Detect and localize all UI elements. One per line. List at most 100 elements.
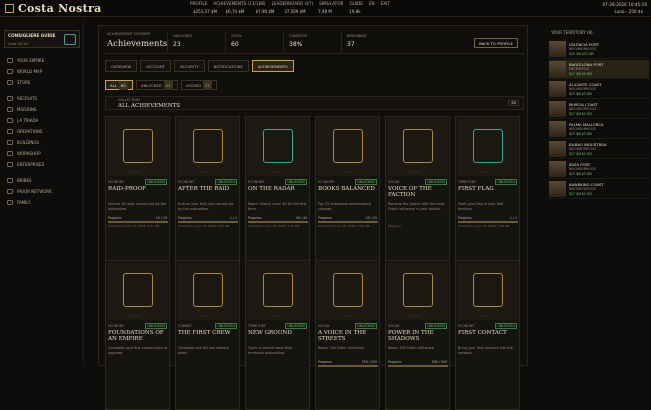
- topnav-profile[interactable]: PROFILE: [190, 1, 207, 6]
- territory-item[interactable]: BILBAO INDUSTRIAL NEIGHBORHOOD $27 $M $5 $…: [549, 140, 649, 159]
- sidebar-item-workshop[interactable]: WORKSHOP: [4, 148, 80, 159]
- achievement-card[interactable]: • • • • ECONOMY UNLOCKED RAID-PROOF Endure 1…: [105, 116, 170, 266]
- tab-account[interactable]: ACCOUNT: [140, 60, 171, 72]
- achievement-card[interactable]: • • • • SOCIAL UNLOCKED POWER IN THE SHADOW…: [385, 260, 450, 410]
- briefcase-icon: [7, 162, 13, 167]
- consigliere-guide[interactable]: CONSIGLIERE GUIDE Core 01/10: [4, 30, 80, 48]
- sidebar-item-buildings[interactable]: BUILDINGS: [4, 137, 80, 148]
- tab-notifications[interactable]: NOTIFICATIONS: [207, 60, 249, 72]
- achievement-card[interactable]: • • • • TERRITORY UNLOCKED NEW GROUND Claim …: [245, 260, 310, 410]
- sidebar-item-label: OPERATIONS: [17, 129, 43, 134]
- topnav-exit[interactable]: EXIT: [381, 1, 390, 6]
- filter-locked[interactable]: LOCKED 37: [180, 80, 217, 90]
- sidebar-item-recruits[interactable]: RECRUITS: [4, 93, 80, 104]
- sidebar-item-empire[interactable]: YOUR EMPIRE: [4, 55, 80, 66]
- stat-value: 60: [231, 41, 239, 48]
- territory-thumbnail: [549, 81, 566, 97]
- topnav-language[interactable]: EN: [369, 1, 375, 6]
- territory-type: NEIGHBORHOOD: [569, 47, 596, 51]
- sidebar-item-la-triada[interactable]: LA TRIADA: [4, 115, 80, 126]
- topnav-simulator[interactable]: SIMULATOR: [319, 1, 343, 6]
- stat-value: 37: [347, 41, 355, 48]
- sidebar-item-label: RECRUITS: [17, 96, 37, 101]
- rating-dots: • • • •: [411, 170, 421, 174]
- achievement-card[interactable]: • • • • ECONOMY UNLOCKED FOUNDATIONS OF AN …: [105, 260, 170, 410]
- sidebar-item-operations[interactable]: OPERATIONS: [4, 126, 80, 137]
- app-logo[interactable]: Costa Nostra: [5, 2, 102, 15]
- territory-item[interactable]: KAWRAINO COAST NEIGHBORHOOD $27 $M $5 $M: [549, 180, 649, 199]
- territory-income: $27 $M $5 $M: [569, 132, 592, 136]
- achievement-desc: Endure your first raid carried out by th…: [178, 202, 234, 211]
- guide-title: CONSIGLIERE GUIDE: [8, 33, 56, 38]
- people-icon: [7, 96, 13, 101]
- rating-dots: • • • •: [341, 170, 351, 174]
- stat-label: REMAINING: [347, 34, 367, 38]
- filter-all[interactable]: ALL 60: [105, 80, 133, 90]
- sidebar-item-world-map[interactable]: WORLD MAP: [4, 66, 80, 77]
- filter-label: UNLOCKED: [140, 83, 162, 88]
- territory-income: $27 $M $5 $M: [569, 192, 592, 196]
- progress-label: Progress: [318, 360, 332, 364]
- sidebar-item-store[interactable]: STORE: [4, 77, 80, 88]
- progress-bar: [458, 221, 518, 223]
- progress-bar: [318, 221, 378, 223]
- topnav-achievements[interactable]: ACHIEVEMENTS (13/168): [213, 1, 265, 6]
- unlocked-date: Skippers: [388, 224, 401, 228]
- achievement-card[interactable]: • • • • ECONOMY UNLOCKED BOOKS BALANCED Pay …: [315, 116, 380, 266]
- achievement-name: RAID-PROOF: [108, 186, 146, 192]
- achievement-name: FIRST CONTACT: [458, 330, 507, 336]
- territory-header: YOUR TERRITORY (8): [551, 30, 593, 35]
- unlocked-badge: UNLOCKED: [355, 323, 377, 329]
- territory-item[interactable]: IBIZA PORT NEIGHBORHOOD $27 $M $5 $M: [549, 160, 649, 179]
- achievement-emblem-icon: [123, 129, 153, 163]
- back-to-profile-button[interactable]: BACK TO PROFILE: [474, 38, 518, 48]
- sidebar-item-label: ENTERPRISES: [17, 162, 45, 167]
- tab-achievements[interactable]: ACHIEVEMENTS: [251, 60, 294, 72]
- unlocked-date: Unlocked on Jul 18, 2026, 4:01 PM: [178, 224, 230, 228]
- progress-label: Progress: [248, 216, 262, 220]
- achievement-card[interactable]: • • • • ECONOMY UNLOCKED AFTER THE RAID Endu…: [175, 116, 240, 266]
- rating-dots: • • • •: [271, 314, 281, 318]
- territory-item[interactable]: MURCIA COAST NEIGHBORHOOD $27 $M $5 $M: [549, 100, 649, 119]
- unlocked-badge: UNLOCKED: [145, 179, 167, 185]
- achievement-category: ECONOMY: [248, 180, 265, 184]
- user-info[interactable]: Luna · 250 $k: [614, 9, 643, 14]
- territory-type: NEIGHBORHOOD: [569, 87, 596, 91]
- sidebar-item-bribes[interactable]: BRIBES: [4, 175, 80, 186]
- achievement-card[interactable]: • • • • ECONOMY UNLOCKED FIRST CONTACT Bring…: [455, 260, 520, 410]
- territory-income: $31 5M $21 $M: [569, 52, 594, 56]
- sidebar-item-label: WORKSHOP: [17, 151, 41, 156]
- achievement-category: TERRITORY: [248, 324, 266, 328]
- territory-item[interactable]: BARCELONA PORT METROPOLE $27 $M $5 $M: [549, 60, 649, 79]
- achievement-card[interactable]: • • • • ECONOMY UNLOCKED ON THE RADAR Reach …: [245, 116, 310, 266]
- progress-label: Progress: [108, 216, 122, 220]
- territory-type: NEIGHBORHOOD: [569, 107, 596, 111]
- achievement-card[interactable]: • • • • TERRITORY UNLOCKED FIRST FLAG Plant …: [455, 116, 520, 266]
- achievement-card[interactable]: • • • • COMBAT UNLOCKED THE FIRST CREW Compl…: [175, 260, 240, 410]
- achievement-art: • • • •: [457, 118, 518, 176]
- achievement-card[interactable]: • • • • SOCIAL UNLOCKED A VOICE IN THE STRE…: [315, 260, 380, 410]
- main-panel: ACHIEVEMENT DOSSIER Achievements UNLOCKE…: [98, 25, 528, 410]
- sidebar-item-enterprises[interactable]: ENTERPRISES: [4, 159, 80, 170]
- territory-item[interactable]: ALICANTE COAST NEIGHBORHOOD $27 $M $5 $M: [549, 80, 649, 99]
- stat-cash: $251,37 $M: [193, 9, 217, 14]
- filter-count: 37: [203, 81, 212, 90]
- guide-chat-icon[interactable]: [64, 34, 76, 45]
- tab-security[interactable]: SECURITY: [174, 60, 205, 72]
- topnav-guide[interactable]: GUIDE: [349, 1, 362, 6]
- achievement-card[interactable]: • • • • SOCIAL UNLOCKED VOICE OF THE FACTIO…: [385, 116, 450, 266]
- unlocked-badge: UNLOCKED: [495, 323, 517, 329]
- page-title: Achievements: [107, 39, 168, 49]
- sidebar-item-family[interactable]: FAMILY: [4, 197, 80, 208]
- sidebar-item-missions[interactable]: MISSIONS: [4, 104, 80, 115]
- territory-item[interactable]: PALMA MALLORCA NEIGHBORHOOD $27 $M $5 $M: [549, 120, 649, 139]
- achievement-art: • • • •: [247, 118, 308, 176]
- filter-unlocked[interactable]: UNLOCKED 23: [135, 80, 178, 90]
- unlocked-badge: UNLOCKED: [495, 179, 517, 185]
- territory-item[interactable]: VALENCIA PORT NEIGHBORHOOD $31 5M $21 $M: [549, 40, 649, 59]
- achievement-emblem-icon: [403, 129, 433, 163]
- topnav-leaderboard[interactable]: LEADERBOARD (47): [272, 1, 314, 6]
- tab-overview[interactable]: OVERVIEW: [105, 60, 138, 72]
- sidebar-item-favor-network[interactable]: FAVOR NETWORK: [4, 186, 80, 197]
- achievement-emblem-icon: [473, 129, 503, 163]
